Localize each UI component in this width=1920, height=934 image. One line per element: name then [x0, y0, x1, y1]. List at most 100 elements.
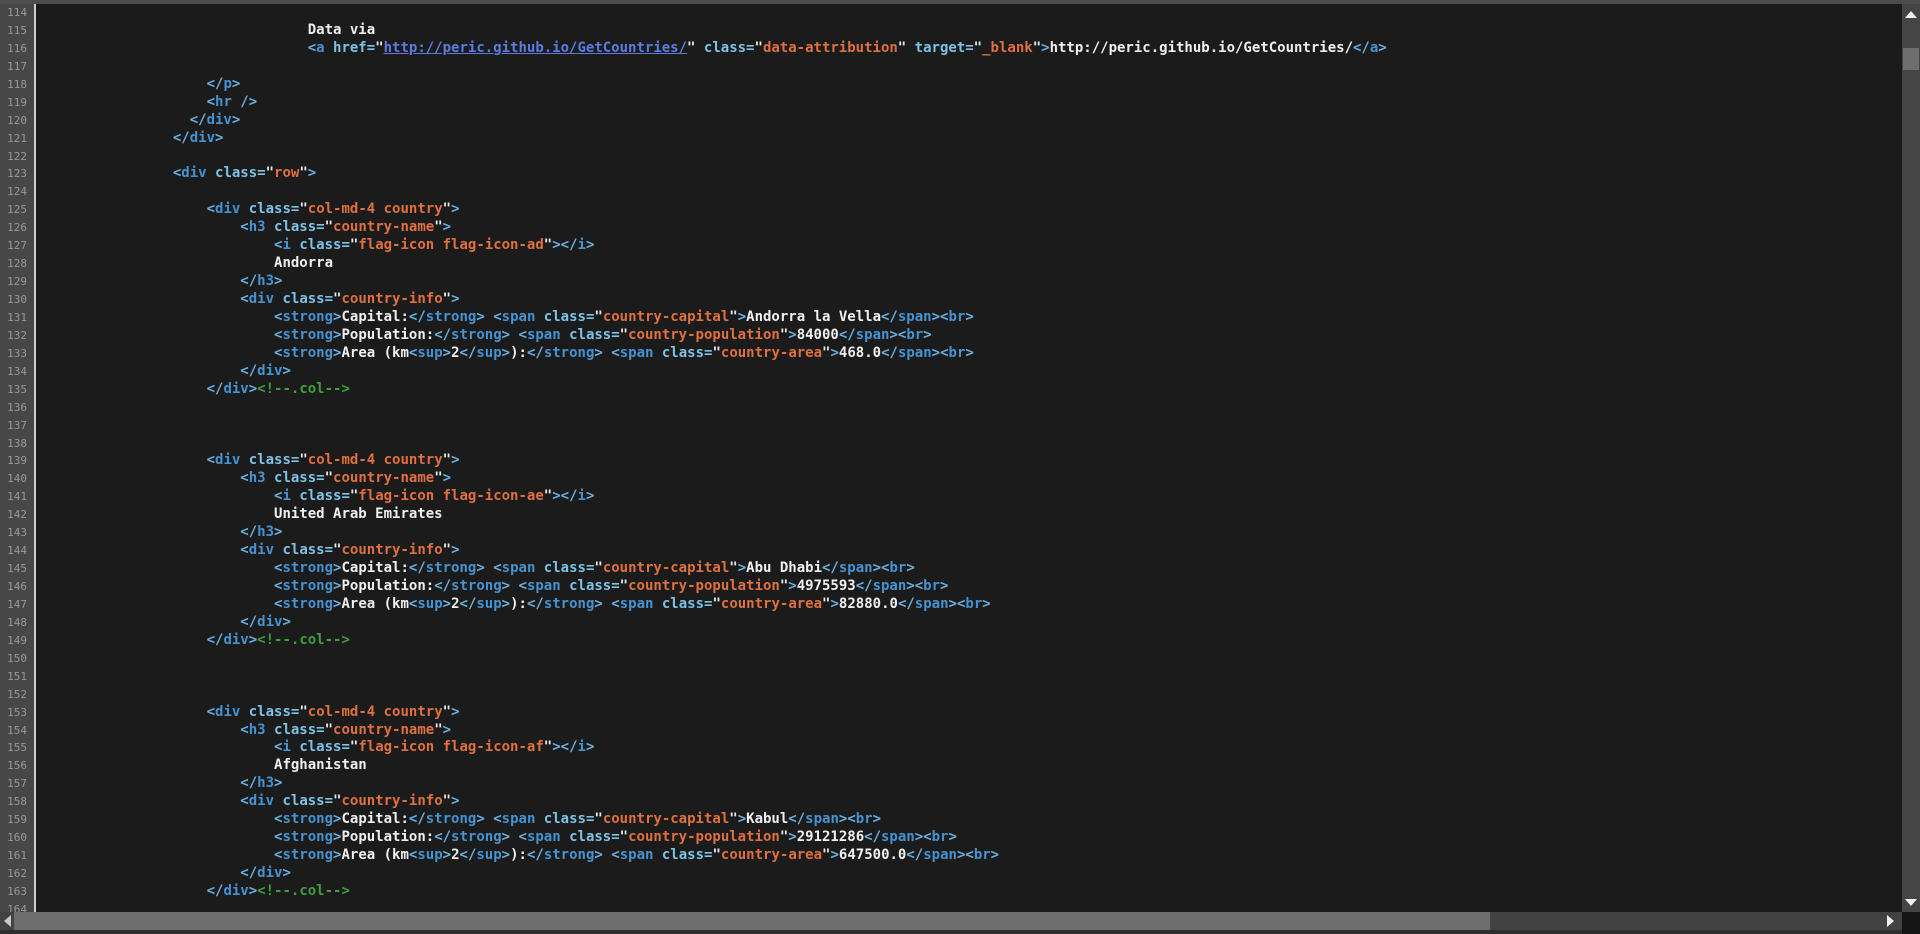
- vertical-scrollbar[interactable]: [1902, 4, 1920, 912]
- line-number[interactable]: 125: [0, 201, 34, 219]
- line-number[interactable]: 136: [0, 399, 34, 417]
- code-line[interactable]: <div class="col-md-4 country">: [38, 704, 1902, 722]
- scroll-up-button[interactable]: [1902, 4, 1920, 24]
- code-line[interactable]: <div class="country-info">: [38, 793, 1902, 811]
- code-line[interactable]: <div class="row">: [38, 165, 1902, 183]
- line-number[interactable]: 153: [0, 704, 34, 722]
- code-line[interactable]: [38, 183, 1902, 201]
- line-number[interactable]: 114: [0, 4, 34, 22]
- code-line[interactable]: <strong>Area (km<sup>2</sup>):</strong> …: [38, 596, 1902, 614]
- line-number[interactable]: 132: [0, 327, 34, 345]
- line-number[interactable]: 121: [0, 130, 34, 148]
- code-area[interactable]: Data via <a href="http://peric.github.io…: [36, 4, 1902, 912]
- line-number[interactable]: 161: [0, 847, 34, 865]
- line-number[interactable]: 137: [0, 417, 34, 435]
- line-number[interactable]: 160: [0, 829, 34, 847]
- code-line[interactable]: </h3>: [38, 273, 1902, 291]
- line-number[interactable]: 133: [0, 345, 34, 363]
- code-line[interactable]: <div class="col-md-4 country">: [38, 452, 1902, 470]
- line-number[interactable]: 122: [0, 148, 34, 166]
- code-line[interactable]: [38, 686, 1902, 704]
- code-line[interactable]: <h3 class="country-name">: [38, 470, 1902, 488]
- code-line[interactable]: <a href="http://peric.github.io/GetCount…: [38, 40, 1902, 58]
- line-number[interactable]: 155: [0, 739, 34, 757]
- code-line[interactable]: </div><!--.col-->: [38, 632, 1902, 650]
- line-number[interactable]: 145: [0, 560, 34, 578]
- line-number[interactable]: 140: [0, 470, 34, 488]
- line-number[interactable]: 126: [0, 219, 34, 237]
- code-line[interactable]: <hr />: [38, 94, 1902, 112]
- code-line[interactable]: <strong>Capital:</strong> <span class="c…: [38, 811, 1902, 829]
- line-number[interactable]: 142: [0, 506, 34, 524]
- line-number[interactable]: 156: [0, 757, 34, 775]
- code-line[interactable]: </div><!--.col-->: [38, 883, 1902, 901]
- code-line[interactable]: [38, 435, 1902, 453]
- code-line[interactable]: </div>: [38, 112, 1902, 130]
- code-line[interactable]: </h3>: [38, 775, 1902, 793]
- line-number[interactable]: 158: [0, 793, 34, 811]
- code-line[interactable]: Data via: [38, 22, 1902, 40]
- code-line[interactable]: <strong>Capital:</strong> <span class="c…: [38, 560, 1902, 578]
- horizontal-scrollbar[interactable]: [0, 912, 1902, 930]
- code-line[interactable]: <i class="flag-icon flag-icon-ae"></i>: [38, 488, 1902, 506]
- line-number[interactable]: 139: [0, 452, 34, 470]
- line-number[interactable]: 148: [0, 614, 34, 632]
- code-line[interactable]: [38, 58, 1902, 76]
- code-line[interactable]: <strong>Capital:</strong> <span class="c…: [38, 309, 1902, 327]
- line-number[interactable]: 144: [0, 542, 34, 560]
- code-line[interactable]: <div class="country-info">: [38, 291, 1902, 309]
- code-line[interactable]: </div>: [38, 363, 1902, 381]
- line-number[interactable]: 138: [0, 435, 34, 453]
- line-number[interactable]: 116: [0, 40, 34, 58]
- code-line[interactable]: <i class="flag-icon flag-icon-af"></i>: [38, 739, 1902, 757]
- code-line[interactable]: </div>: [38, 130, 1902, 148]
- line-number[interactable]: 124: [0, 183, 34, 201]
- line-number[interactable]: 152: [0, 686, 34, 704]
- line-number[interactable]: 115: [0, 22, 34, 40]
- line-number[interactable]: 127: [0, 237, 34, 255]
- line-number[interactable]: 147: [0, 596, 34, 614]
- code-line[interactable]: <div class="col-md-4 country">: [38, 201, 1902, 219]
- vertical-scrollbar-thumb[interactable]: [1903, 48, 1919, 70]
- line-number[interactable]: 131: [0, 309, 34, 327]
- code-line[interactable]: </div>: [38, 865, 1902, 883]
- code-line[interactable]: </div><!--.col-->: [38, 381, 1902, 399]
- line-number[interactable]: 141: [0, 488, 34, 506]
- code-line[interactable]: Afghanistan: [38, 757, 1902, 775]
- line-number[interactable]: 162: [0, 865, 34, 883]
- line-number[interactable]: 150: [0, 650, 34, 668]
- line-number[interactable]: 128: [0, 255, 34, 273]
- code-line[interactable]: [38, 399, 1902, 417]
- horizontal-scrollbar-thumb[interactable]: [14, 912, 1490, 930]
- code-line[interactable]: <strong>Area (km<sup>2</sup>):</strong> …: [38, 847, 1902, 865]
- line-number[interactable]: 146: [0, 578, 34, 596]
- code-line[interactable]: <i class="flag-icon flag-icon-ad"></i>: [38, 237, 1902, 255]
- line-number[interactable]: 129: [0, 273, 34, 291]
- code-line[interactable]: United Arab Emirates: [38, 506, 1902, 524]
- line-number[interactable]: 163: [0, 883, 34, 901]
- code-line[interactable]: <h3 class="country-name">: [38, 722, 1902, 740]
- line-number[interactable]: 130: [0, 291, 34, 309]
- code-line[interactable]: </h3>: [38, 524, 1902, 542]
- line-number[interactable]: 119: [0, 94, 34, 112]
- line-number[interactable]: 135: [0, 381, 34, 399]
- line-number[interactable]: 151: [0, 668, 34, 686]
- code-line[interactable]: [38, 417, 1902, 435]
- code-line[interactable]: [38, 901, 1902, 912]
- code-line[interactable]: <div class="country-info">: [38, 542, 1902, 560]
- line-number-gutter[interactable]: 1141151161171181191201211221231241251261…: [0, 4, 36, 912]
- code-line[interactable]: </div>: [38, 614, 1902, 632]
- code-line[interactable]: <strong>Population:</strong> <span class…: [38, 327, 1902, 345]
- scroll-down-button[interactable]: [1902, 892, 1920, 912]
- code-line[interactable]: <strong>Population:</strong> <span class…: [38, 829, 1902, 847]
- code-line[interactable]: <strong>Population:</strong> <span class…: [38, 578, 1902, 596]
- line-number[interactable]: 117: [0, 58, 34, 76]
- code-line[interactable]: <strong>Area (km<sup>2</sup>):</strong> …: [38, 345, 1902, 363]
- code-line[interactable]: Andorra: [38, 255, 1902, 273]
- line-number[interactable]: 149: [0, 632, 34, 650]
- code-line[interactable]: </p>: [38, 76, 1902, 94]
- line-number[interactable]: 164: [0, 901, 34, 912]
- code-line[interactable]: [38, 4, 1902, 22]
- scroll-right-button[interactable]: [1882, 912, 1898, 930]
- line-number[interactable]: 123: [0, 165, 34, 183]
